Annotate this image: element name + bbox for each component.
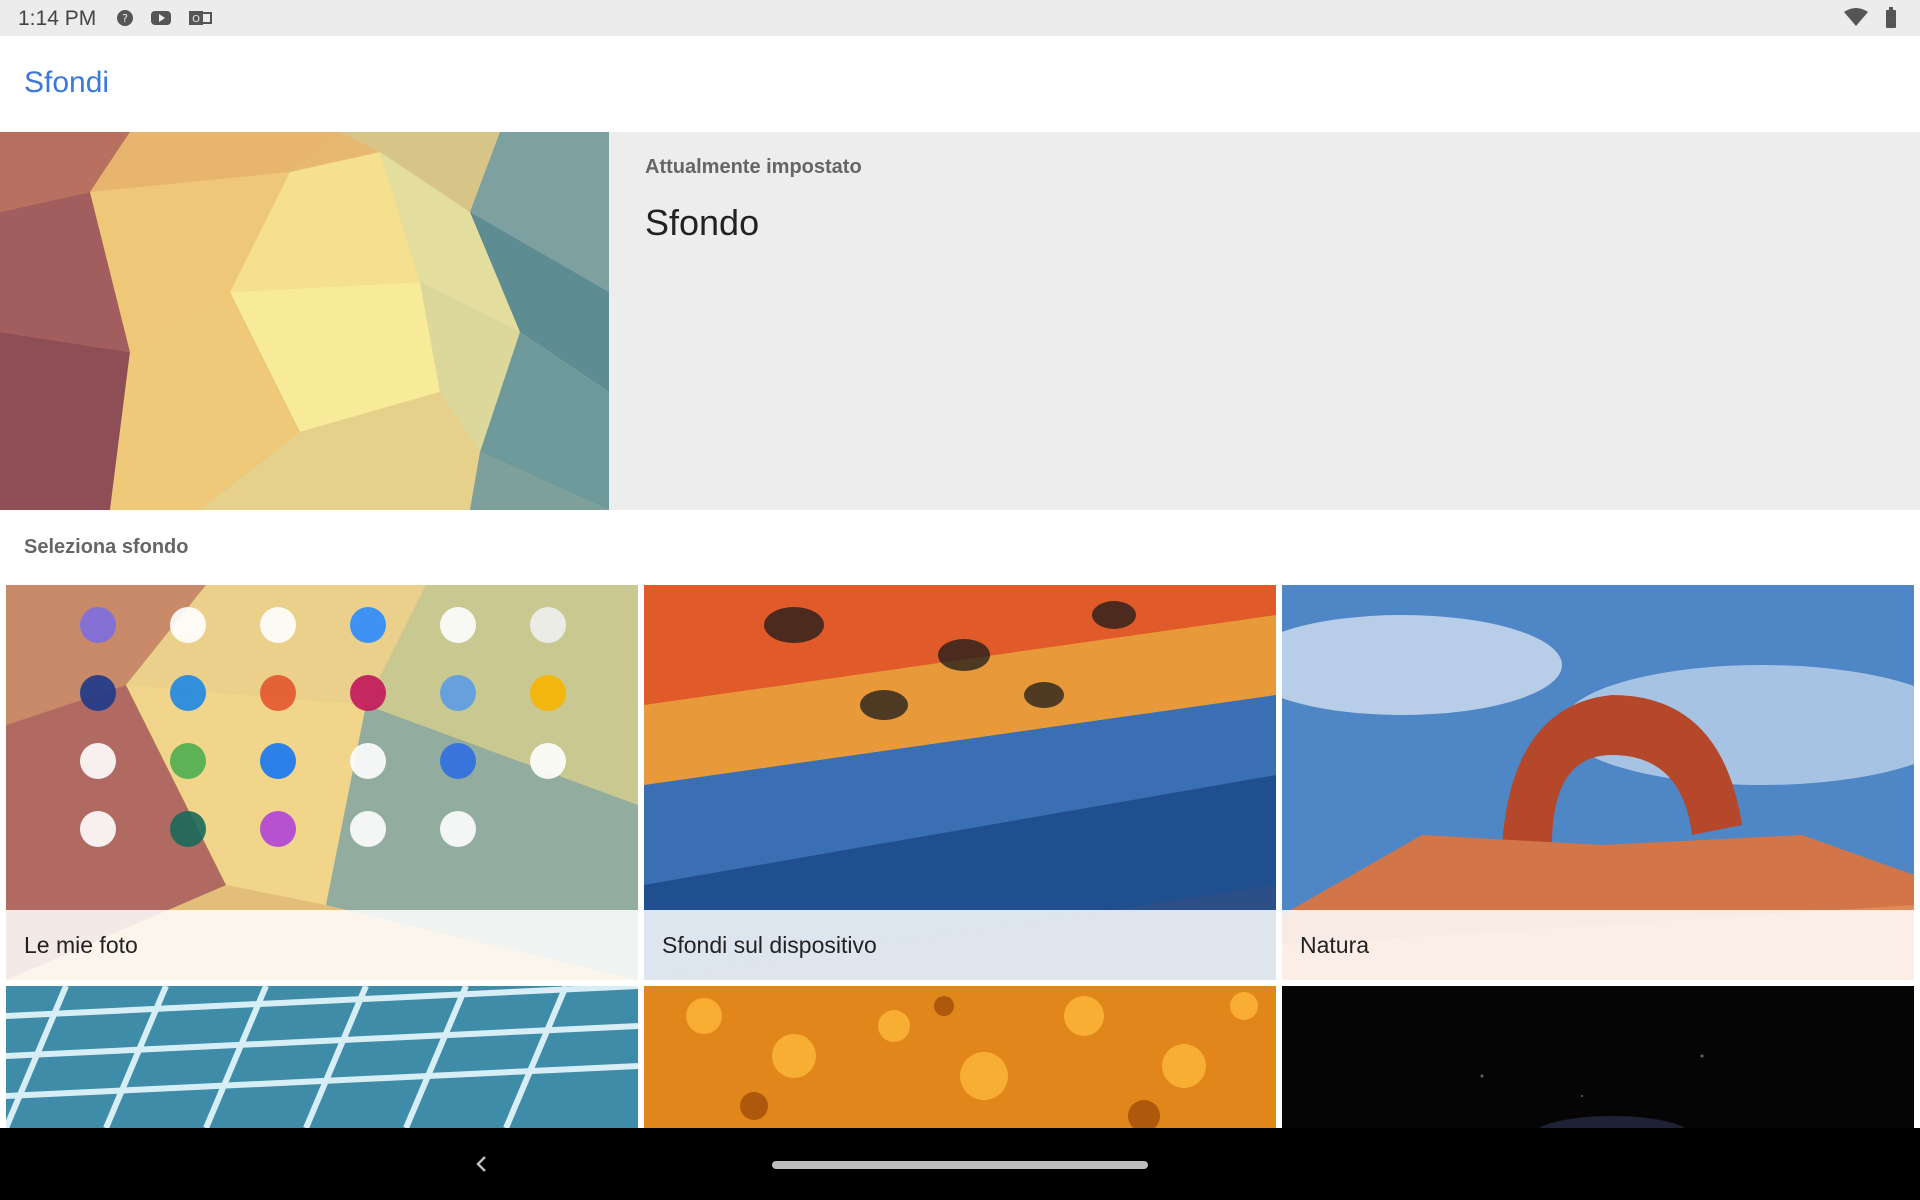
- tile-bokeh[interactable]: [644, 986, 1276, 1128]
- current-wallpaper-panel: Attualmente impostato Sfondo: [0, 132, 1920, 510]
- svg-text:?: ?: [122, 12, 128, 25]
- tile-label-bar: Sfondi sul dispositivo: [644, 910, 1276, 980]
- outlook-icon: O: [188, 8, 212, 28]
- tile-label: Natura: [1300, 932, 1370, 958]
- section-title: Seleziona sfondo: [24, 536, 189, 558]
- wifi-icon: [1844, 8, 1868, 26]
- tile-architecture[interactable]: [6, 986, 638, 1128]
- svg-text:O: O: [192, 14, 200, 25]
- current-wallpaper-name: Sfondo: [645, 202, 760, 243]
- home-gesture-bar[interactable]: [772, 1161, 1148, 1169]
- app-bar: Sfondi: [0, 36, 1920, 133]
- tile-my-photos[interactable]: Le mie foto: [6, 585, 638, 980]
- navigation-bar: [0, 1128, 1920, 1200]
- tile-label-bar: Natura: [1282, 910, 1914, 980]
- status-right: [1842, 6, 1902, 35]
- current-wallpaper-preview[interactable]: [0, 132, 609, 510]
- tile-nature[interactable]: Natura: [1282, 585, 1914, 980]
- current-label: Attualmente impostato: [645, 156, 862, 178]
- tile-space[interactable]: [1282, 986, 1914, 1128]
- tile-device-wallpapers[interactable]: Sfondi sul dispositivo: [644, 585, 1276, 980]
- notification-icon: ?: [114, 8, 136, 28]
- tile-label: Sfondi sul dispositivo: [662, 932, 877, 958]
- tile-label: Le mie foto: [24, 932, 138, 958]
- status-time: 1:14 PM: [18, 7, 97, 30]
- youtube-icon: [150, 8, 172, 28]
- back-icon[interactable]: [470, 1148, 492, 1180]
- page-title: Sfondi: [24, 66, 110, 99]
- tile-label-bar: Le mie foto: [6, 910, 638, 980]
- status-bar: 1:14 PM ? O: [0, 0, 1920, 36]
- battery-icon: [1886, 7, 1896, 28]
